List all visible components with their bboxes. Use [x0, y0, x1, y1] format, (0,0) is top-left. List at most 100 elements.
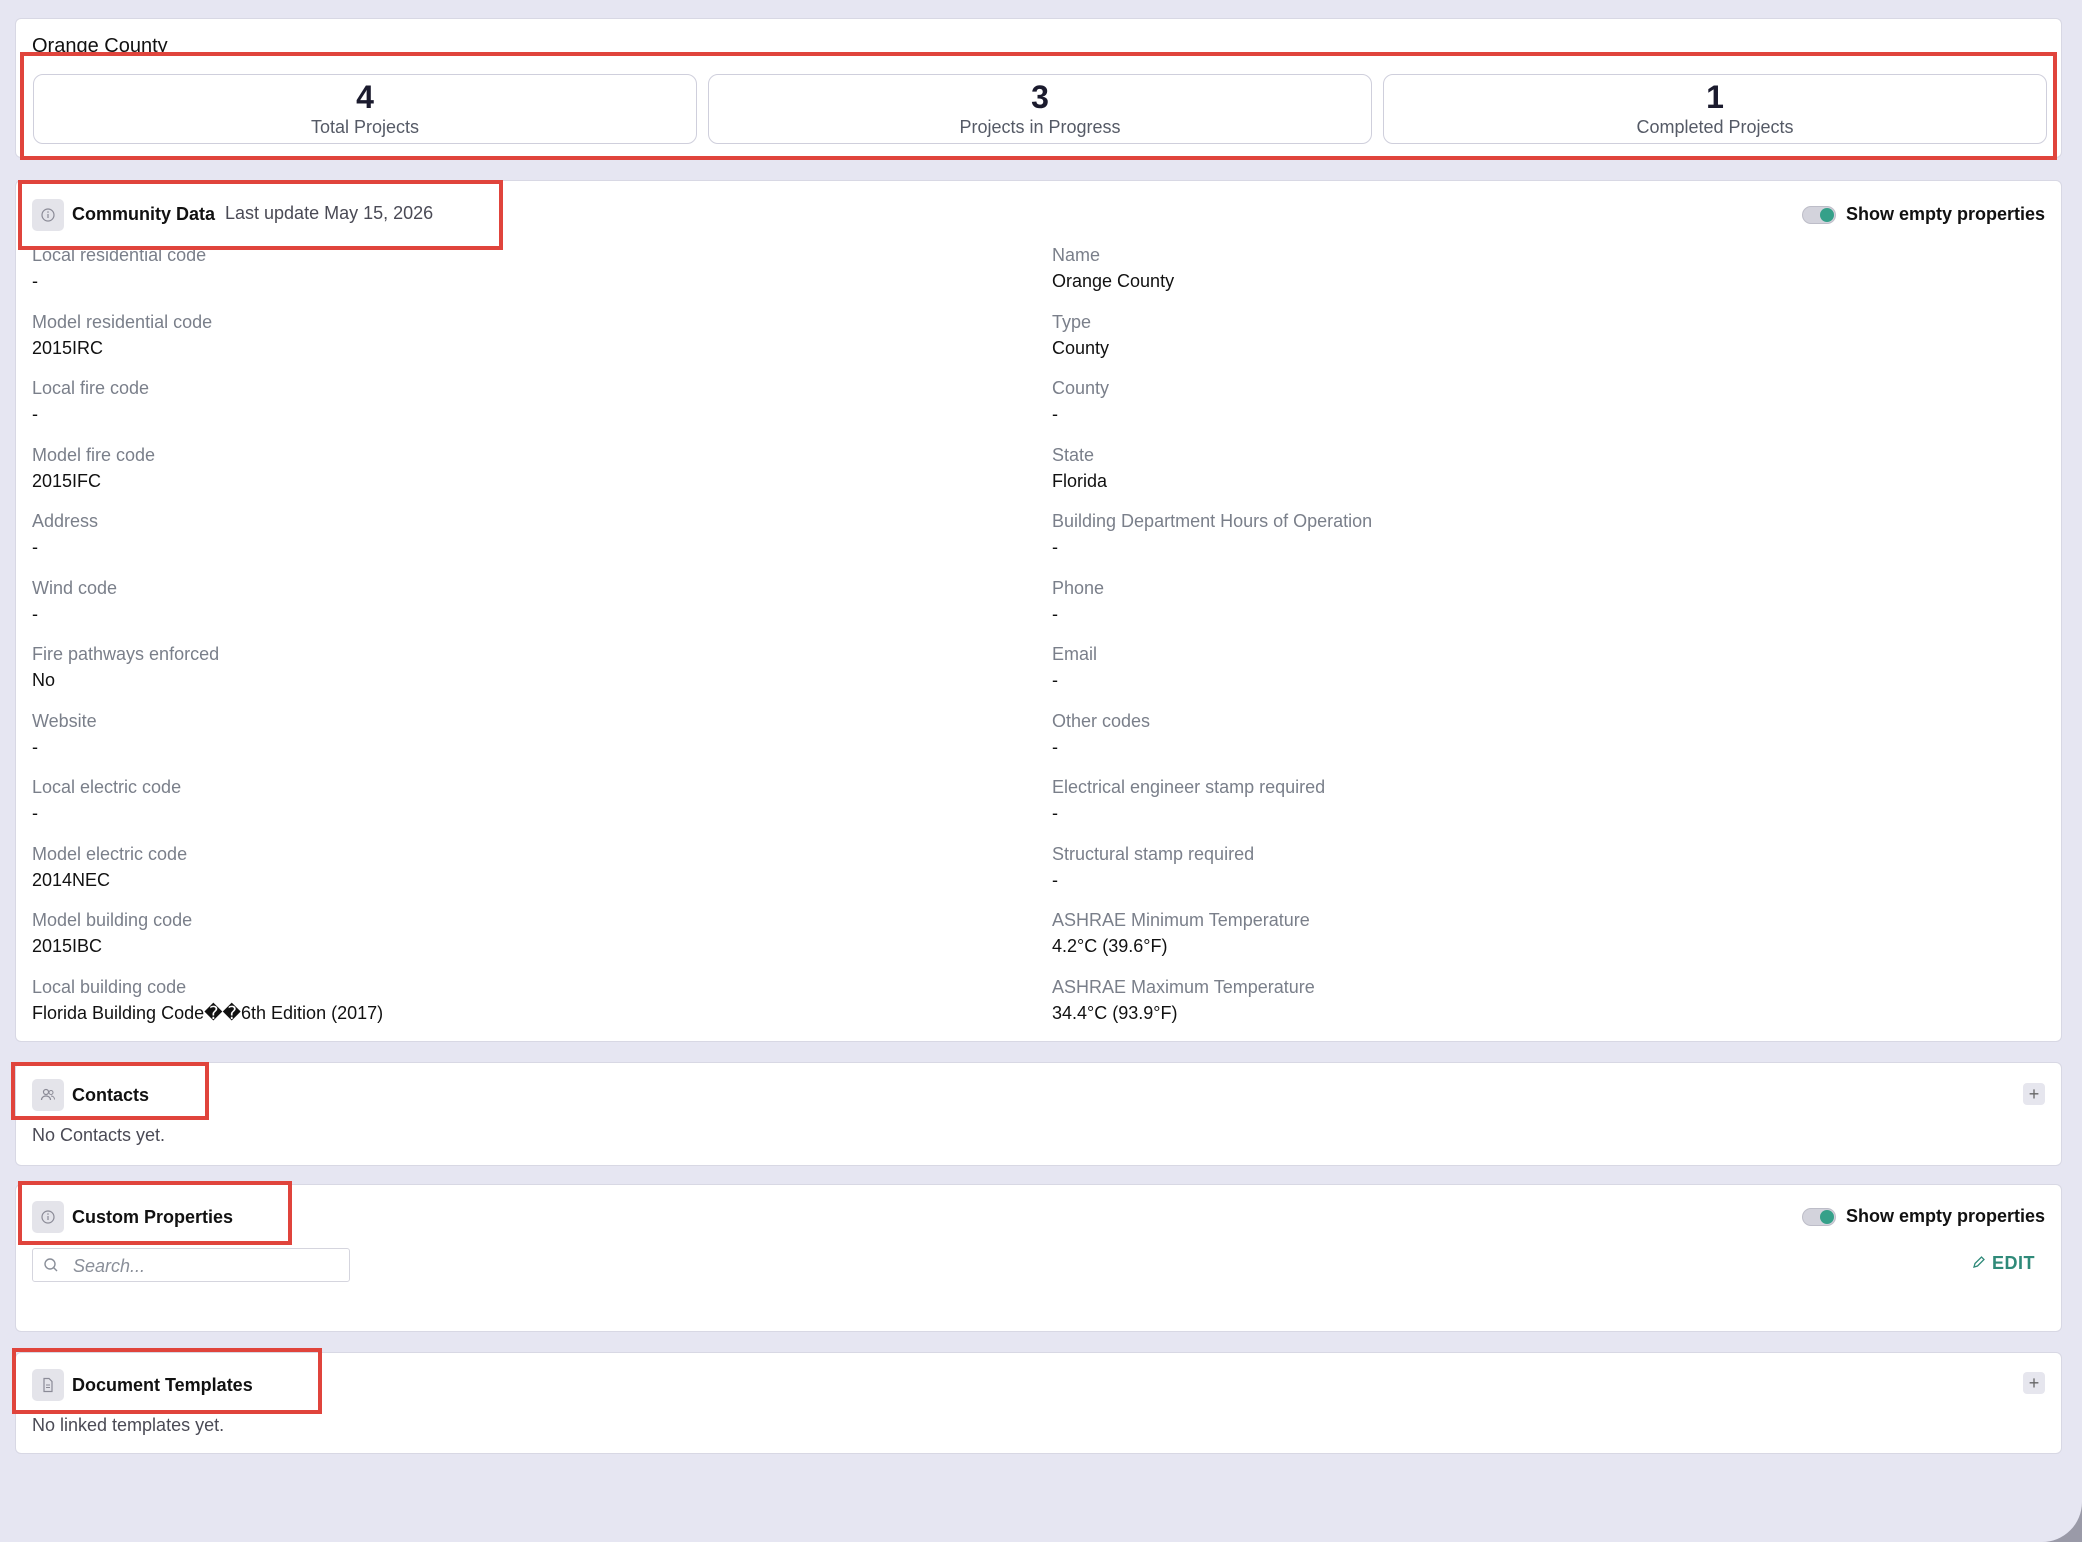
property-item: Local residential code -	[32, 244, 206, 292]
stat-label: Projects in Progress	[959, 117, 1121, 137]
stat-value: 1	[1706, 79, 1724, 115]
property-item: Type County	[1052, 311, 1109, 359]
property-label: Structural stamp required	[1052, 843, 1255, 864]
edit-button[interactable]: EDIT	[1972, 1253, 2035, 1274]
property-item: Model building code 2015IBC	[32, 909, 192, 957]
property-label: Other codes	[1052, 710, 1151, 731]
property-value: -	[32, 803, 38, 823]
property-value: -	[1052, 537, 1058, 557]
add-template-button[interactable]: +	[2023, 1372, 2045, 1394]
section-title: Community Data	[72, 204, 216, 224]
stat-total-projects[interactable]: 4 Total Projects	[33, 74, 697, 144]
show-empty-toggle[interactable]: Show empty properties	[1801, 204, 2045, 225]
property-item: Structural stamp required -	[1052, 843, 1254, 891]
property-value: -	[1052, 404, 1058, 424]
property-item: Address -	[32, 510, 98, 558]
property-label: Building Department Hours of Operation	[1052, 511, 1373, 531]
property-label: Phone	[1052, 577, 1105, 598]
property-item: Building Department Hours of Operation -	[1052, 510, 1372, 558]
info-circle-icon	[32, 1201, 64, 1233]
contacts-card: Contacts + No Contacts yet.	[15, 1062, 2062, 1166]
property-value: 2015IBC	[32, 936, 103, 956]
custom-properties-card: Custom Properties Show empty properties …	[15, 1184, 2062, 1332]
summary-card: Orange County 4 Total Projects 3 Project…	[15, 18, 2062, 158]
property-value: -	[1052, 736, 1058, 757]
property-label: County	[1052, 378, 1110, 398]
property-label: State	[1052, 444, 1095, 465]
property-value: 2015IFC	[32, 470, 102, 491]
property-item: Model electric code 2014NEC	[32, 843, 187, 891]
show-empty-toggle[interactable]: Show empty properties	[1801, 1206, 2045, 1227]
property-label: Email	[1052, 644, 1098, 664]
empty-text: No Contacts yet.	[32, 1125, 166, 1145]
toggle-switch[interactable]	[1801, 205, 1836, 224]
property-value: 4.2°C (39.6°F)	[1052, 936, 1168, 956]
property-item: Wind code -	[32, 577, 117, 625]
document-icon	[32, 1369, 64, 1401]
stat-label: Total Projects	[310, 117, 420, 137]
section-title: Document Templates	[72, 1375, 253, 1395]
property-label: Name	[1052, 245, 1101, 265]
property-item: Website -	[32, 710, 97, 758]
property-value: Florida	[1052, 470, 1108, 491]
property-value: 2015IRC	[32, 337, 104, 358]
property-value: -	[1052, 670, 1058, 690]
property-value: -	[1052, 803, 1058, 823]
toggle-switch[interactable]	[1801, 1207, 1836, 1226]
stat-projects-in-progress[interactable]: 3 Projects in Progress	[708, 74, 1372, 144]
property-value: -	[32, 603, 38, 624]
property-label: Website	[32, 710, 97, 731]
property-label: ASHRAE Minimum Temperature	[1052, 910, 1310, 930]
stat-value: 3	[1031, 79, 1049, 115]
property-item: Local electric code -	[32, 776, 181, 824]
edit-label: EDIT	[1991, 1253, 2035, 1273]
property-value: 2014NEC	[32, 869, 111, 890]
info-circle-icon	[32, 199, 64, 231]
property-value: County	[1052, 337, 1110, 358]
property-value: Orange County	[1052, 271, 1175, 291]
property-item: ASHRAE Maximum Temperature 34.4°C (93.9°F…	[1052, 976, 1315, 1024]
property-item: Model fire code 2015IFC	[32, 444, 155, 492]
property-item: ASHRAE Minimum Temperature 4.2°C (39.6°F)	[1052, 909, 1310, 957]
last-update-text: Last update May 15, 2026	[225, 203, 434, 223]
property-value: -	[1052, 869, 1058, 890]
property-label: Type	[1052, 311, 1092, 332]
property-item: Local building code Florida Building Code…	[32, 976, 383, 1024]
toggle-label: Show empty properties	[1845, 1206, 2045, 1226]
property-item: Model residential code 2015IRC	[32, 311, 212, 359]
property-item: Local fire code -	[32, 377, 149, 425]
property-label: Model fire code	[32, 444, 156, 465]
stat-value: 4	[356, 79, 374, 115]
community-data-card: Community Data Last update May 15, 2026 …	[15, 180, 2062, 1042]
add-contact-button[interactable]: +	[2023, 1083, 2045, 1105]
property-value: -	[32, 271, 38, 291]
property-label: ASHRAE Maximum Temperature	[1052, 976, 1315, 997]
property-item: Phone -	[1052, 577, 1104, 625]
window-corner	[2042, 1502, 2082, 1542]
property-value: 34.4°C (93.9°F)	[1052, 1002, 1178, 1023]
property-label: Address	[32, 511, 99, 531]
stat-completed-projects[interactable]: 1 Completed Projects	[1383, 74, 2047, 144]
property-label: Fire pathways enforced	[32, 644, 220, 664]
property-label: Model residential code	[32, 311, 213, 332]
property-label: Local building code	[32, 976, 187, 997]
property-item: Other codes -	[1052, 710, 1150, 758]
stat-label: Completed Projects	[1636, 117, 1794, 137]
property-item: Name Orange County	[1052, 244, 1174, 292]
property-item: Email -	[1052, 643, 1097, 691]
property-label: Local electric code	[32, 777, 182, 797]
search-box[interactable]	[32, 1248, 350, 1283]
search-input[interactable]	[71, 1249, 345, 1283]
property-label: Local fire code	[32, 378, 150, 398]
toggle-label: Show empty properties	[1845, 204, 2045, 224]
property-value: -	[32, 537, 38, 557]
property-value: -	[32, 736, 38, 757]
property-label: Local residential code	[32, 245, 207, 265]
users-icon	[32, 1079, 64, 1111]
pencil-icon	[1972, 1253, 1986, 1274]
property-item: Fire pathways enforced No	[32, 643, 219, 691]
empty-text: No linked templates yet.	[32, 1415, 225, 1435]
property-label: Model building code	[32, 910, 193, 930]
property-item: State Florida	[1052, 444, 1107, 492]
property-item: County -	[1052, 377, 1109, 425]
